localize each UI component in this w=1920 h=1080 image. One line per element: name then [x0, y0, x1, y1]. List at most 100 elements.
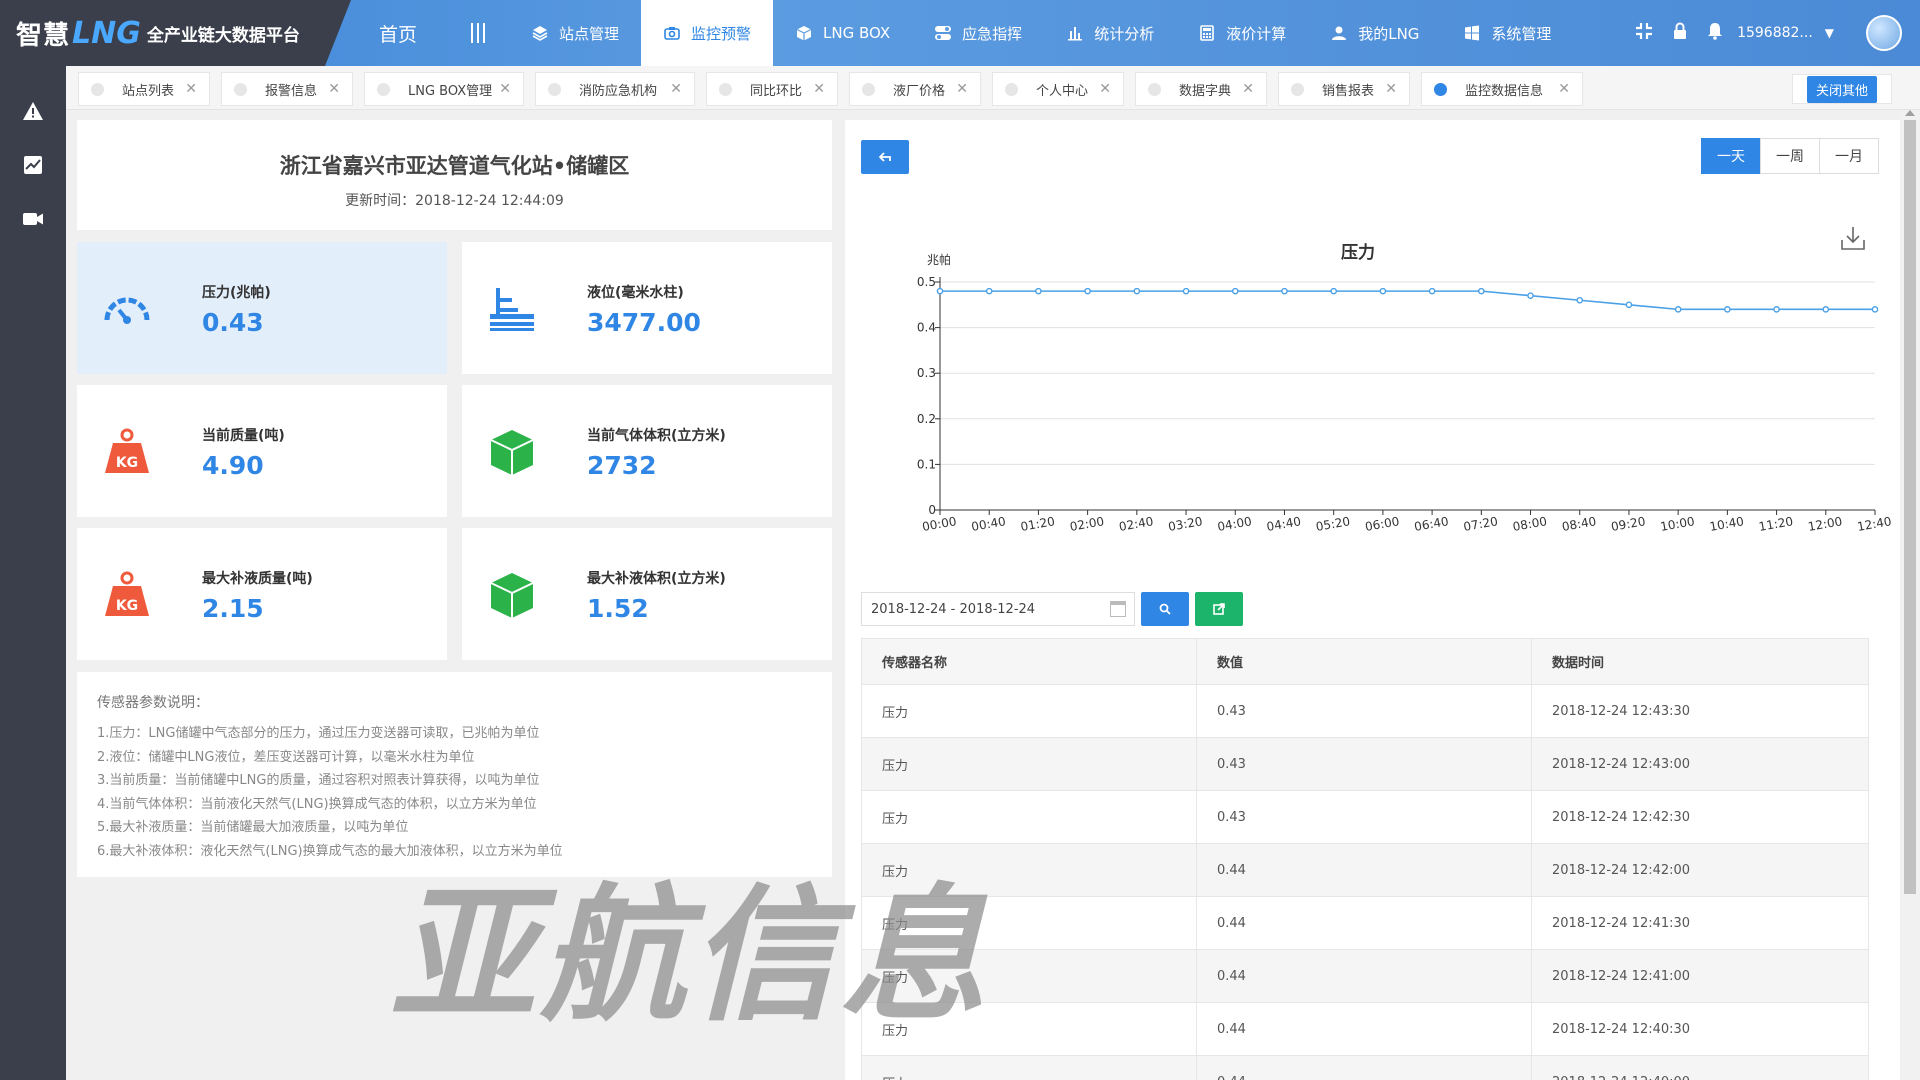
svg-text:KG: KG	[116, 455, 138, 471]
table-row[interactable]: 压力 0.43 2018-12-24 12:42:30	[861, 790, 1869, 844]
cell-value: 0.44	[1196, 1002, 1532, 1056]
metric-gas-volume: 当前气体体积(立方米) 2732	[462, 385, 832, 517]
trend-chart-icon[interactable]	[0, 138, 66, 192]
avatar[interactable]	[1866, 15, 1902, 51]
main-nav: 首页 站点管理 监控预警 LNG BOX 应急指挥 统计分析 液价计算 我的LN…	[351, 0, 1573, 66]
col-value[interactable]: 数值	[1196, 638, 1532, 685]
tab-sales-report[interactable]: 销售报表 ✕	[1278, 72, 1410, 106]
video-camera-icon[interactable]	[0, 192, 66, 246]
date-range-input[interactable]: 2018-12-24 - 2018-12-24	[861, 592, 1135, 626]
close-icon[interactable]: ✕	[1099, 81, 1111, 97]
close-icon[interactable]: ✕	[328, 81, 340, 97]
update-value: 2018-12-24 12:44:09	[415, 193, 564, 209]
scroll-up-arrow[interactable]	[1905, 110, 1915, 116]
nav-statistics[interactable]: 统计分析	[1044, 0, 1176, 66]
username[interactable]: 1596882...	[1737, 25, 1813, 41]
update-label: 更新时间：	[345, 193, 416, 209]
chart-point	[1035, 287, 1042, 295]
nav-price-calc[interactable]: 液价计算	[1176, 0, 1308, 66]
chart-xtick-label: 05:20	[1315, 514, 1351, 534]
nav-emergency[interactable]: 应急指挥	[912, 0, 1044, 66]
table-row[interactable]: 压力 0.44 2018-12-24 12:42:00	[861, 843, 1869, 897]
nav-system[interactable]: 系统管理	[1441, 0, 1573, 66]
notes-line: 3.当前质量：当前储罐中LNG的质量，通过容积对照表计算获得，以吨为单位	[97, 773, 540, 789]
tab-bar: 站点列表 ✕ 报警信息 ✕ LNG BOX管理 ✕ 消防应急机构 ✕ 同比环比 ✕ 液厂价…	[66, 66, 1920, 110]
scrollbar-thumb[interactable]	[1904, 120, 1916, 894]
tab-dot	[91, 82, 104, 96]
notes-line: 2.液位：储罐中LNG液位，差压变送器可计算，以毫米水柱为单位	[97, 749, 475, 765]
col-time[interactable]: 数据时间	[1531, 638, 1869, 685]
close-icon[interactable]: ✕	[1558, 81, 1570, 97]
export-button[interactable]	[1195, 592, 1243, 626]
chart-ytick-label: 0.4	[917, 321, 936, 335]
nav-lng-box[interactable]: LNG BOX	[773, 0, 912, 66]
nav-home[interactable]: 首页	[351, 0, 447, 66]
nav-menu-toggle[interactable]	[447, 0, 509, 66]
fullscreen-exit-icon[interactable]	[1635, 22, 1653, 45]
bell-icon[interactable]	[1707, 22, 1723, 45]
range-day-button[interactable]: 一天	[1701, 138, 1761, 174]
chart-xtick-label: 12:00	[1807, 514, 1843, 534]
tab-dot	[1005, 82, 1018, 96]
tab-yoy[interactable]: 同比环比 ✕	[706, 72, 838, 106]
close-icon[interactable]: ✕	[813, 81, 825, 97]
nav-monitoring[interactable]: 监控预警	[641, 0, 774, 66]
tab-dictionary[interactable]: 数据字典 ✕	[1135, 72, 1267, 106]
chart-point	[1674, 306, 1682, 313]
tab-fire-emergency[interactable]: 消防应急机构 ✕	[535, 72, 695, 106]
nav-my-lng[interactable]: 我的LNG	[1308, 0, 1441, 66]
metric-value: 4.90	[202, 451, 264, 480]
lock-icon[interactable]	[1673, 22, 1687, 45]
close-icon[interactable]: ✕	[956, 81, 968, 97]
export-icon	[1213, 603, 1225, 615]
metric-liquid-level: 液位(毫米水柱) 3477.00	[462, 242, 832, 374]
liquid-level-icon	[490, 288, 534, 331]
table-row[interactable]: 压力 0.43 2018-12-24 12:43:00	[861, 737, 1869, 791]
col-sensor-name[interactable]: 传感器名称	[861, 638, 1197, 685]
table-row[interactable]: 压力0.442018-12-24 12:40:00	[861, 1055, 1869, 1080]
cell-time: 2018-12-24 12:41:00	[1531, 949, 1869, 1003]
chart-ytick-label: 0.5	[917, 275, 936, 289]
range-week-button[interactable]: 一周	[1760, 138, 1820, 174]
close-icon[interactable]: ✕	[1242, 81, 1254, 97]
tab-label: 个人中心	[1036, 83, 1089, 99]
search-button[interactable]	[1141, 592, 1189, 626]
tab-alarms[interactable]: 报警信息 ✕	[221, 72, 353, 106]
brand-logo[interactable]: 智慧 LNG 全产业链大数据平台	[0, 0, 351, 66]
calendar-icon[interactable]	[1110, 601, 1126, 617]
metric-max-refill-mass: KG 最大补液质量(吨) 2.15	[77, 528, 447, 660]
kg-weight-icon: KG	[105, 428, 149, 473]
table-row[interactable]: 压力 0.44 2018-12-24 12:40:30	[861, 1002, 1869, 1056]
close-icon[interactable]: ✕	[1385, 81, 1397, 97]
warning-icon[interactable]	[0, 84, 66, 138]
close-icon[interactable]: ✕	[499, 81, 511, 97]
table-row[interactable]: 压力 0.44 2018-12-24 12:41:30	[861, 896, 1869, 950]
close-icon[interactable]: ✕	[185, 81, 197, 97]
chevron-down-icon[interactable]: ▼	[1825, 26, 1834, 40]
nav-station-management[interactable]: 站点管理	[509, 0, 641, 66]
chart-point	[1231, 287, 1239, 295]
range-month-button[interactable]: 一月	[1819, 138, 1879, 174]
tab-factory-price[interactable]: 液厂价格 ✕	[849, 72, 981, 106]
chart-xtick-label: 08:00	[1512, 514, 1548, 534]
tab-label: 数据字典	[1179, 83, 1232, 99]
chart-point	[1133, 287, 1141, 295]
cell-time: 2018-12-24 12:40:30	[1531, 1002, 1869, 1056]
table-row[interactable]: 压力 0.44 2018-12-24 12:41:00	[861, 949, 1869, 1003]
close-icon[interactable]: ✕	[670, 81, 682, 97]
cell-value: 0.44	[1196, 1055, 1532, 1080]
tab-monitor-data[interactable]: 监控数据信息 ✕	[1421, 72, 1583, 106]
back-button[interactable]	[861, 140, 909, 174]
close-others-button[interactable]: 关闭其他	[1792, 74, 1892, 104]
top-navbar: 智慧 LNG 全产业链大数据平台 首页 站点管理 监控预警 LNG BOX 应急…	[0, 0, 1920, 66]
station-header: 浙江省嘉兴市亚达管道气化站•储罐区 更新时间：2018-12-24 12:44:…	[77, 120, 832, 230]
tab-personal[interactable]: 个人中心 ✕	[992, 72, 1124, 106]
metric-mass: KG 当前质量(吨) 4.90	[77, 385, 447, 517]
table-row[interactable]: 压力 0.43 2018-12-24 12:43:30	[861, 684, 1869, 738]
cell-value: 0.43	[1196, 737, 1532, 791]
cell-value: 0.43	[1196, 790, 1532, 844]
tab-lng-box[interactable]: LNG BOX管理 ✕	[364, 72, 524, 106]
chart-xtick-label: 00:00	[921, 514, 957, 534]
tab-station-list[interactable]: 站点列表 ✕	[78, 72, 210, 106]
page-scrollbar[interactable]	[1900, 110, 1920, 1080]
